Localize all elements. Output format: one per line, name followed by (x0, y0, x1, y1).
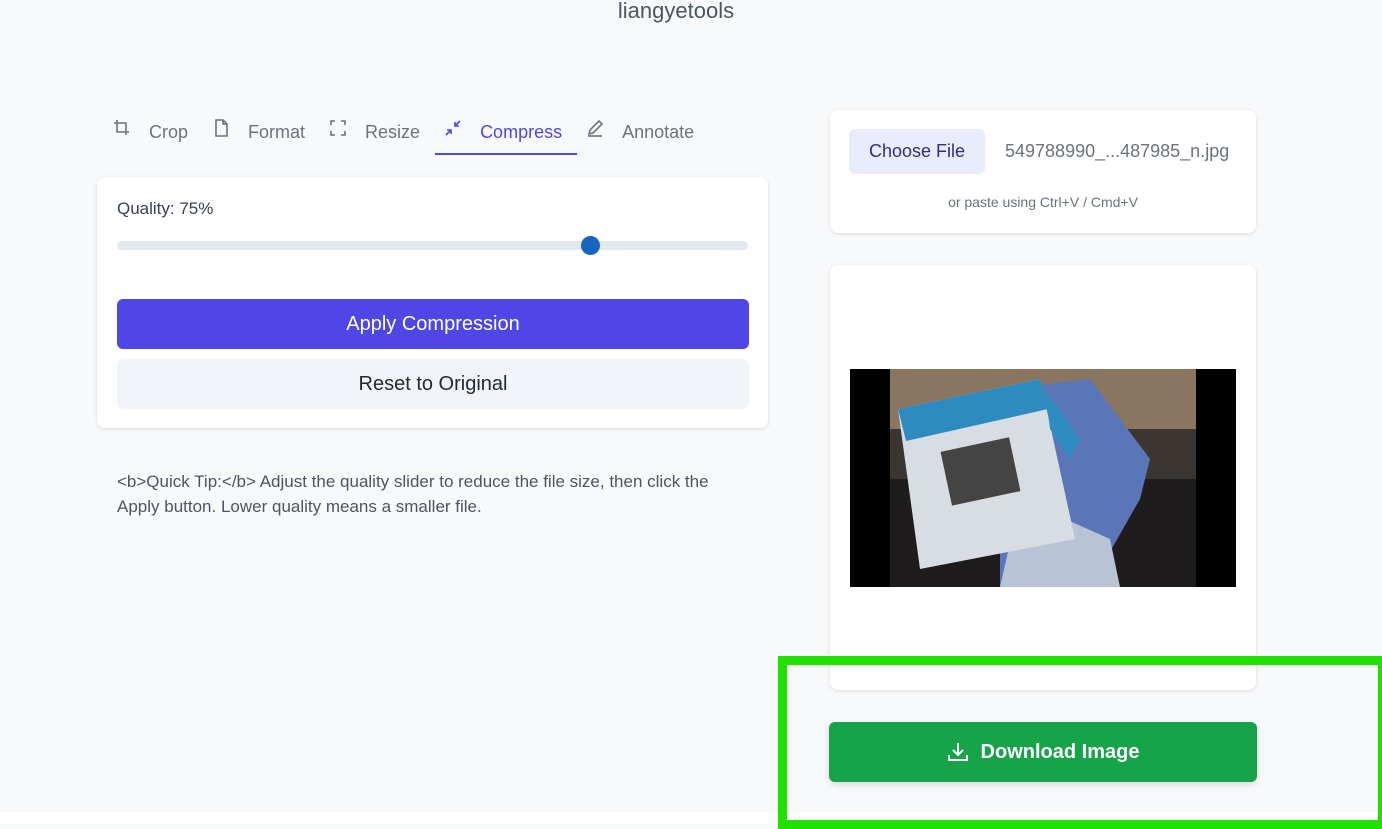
tab-annotate[interactable]: Annotate (577, 112, 709, 152)
file-upload-card: Choose File 549788990_...487985_n.jpg or… (830, 110, 1256, 233)
pencil-icon (586, 119, 604, 137)
selected-file-name: 549788990_...487985_n.jpg (1005, 141, 1230, 161)
tab-resize[interactable]: Resize (320, 112, 435, 152)
compress-icon (444, 119, 462, 137)
compress-panel: Quality: 75% Apply Compression Reset to … (97, 177, 768, 428)
choose-file-button[interactable]: Choose File (849, 129, 985, 174)
tab-crop[interactable]: Crop (104, 112, 203, 152)
tab-format[interactable]: Format (203, 112, 320, 152)
tab-label: Resize (365, 121, 421, 142)
reset-to-original-button[interactable]: Reset to Original (117, 359, 749, 409)
image-preview-card (830, 265, 1256, 690)
resize-icon (329, 119, 347, 137)
quick-tip-text: <b>Quick Tip:</b> Adjust the quality sli… (117, 472, 709, 516)
slider-thumb[interactable] (581, 236, 601, 255)
tab-label: Annotate (622, 121, 695, 142)
crop-icon (113, 119, 131, 137)
tab-compress[interactable]: Compress (435, 112, 578, 155)
tab-label: Format (248, 121, 306, 142)
tool-tabs: Crop Format Resize Compress Annotate (104, 112, 709, 156)
quality-label: Quality: 75% (117, 199, 214, 218)
page-footer-strip (0, 812, 1382, 824)
preview-image (850, 369, 1236, 587)
paste-hint: or paste using Ctrl+V / Cmd+V (948, 194, 1138, 210)
site-title: liangyetools (617, 0, 735, 23)
download-label: Download Image (980, 740, 1140, 763)
download-icon (947, 741, 969, 763)
download-image-button[interactable]: Download Image (829, 722, 1257, 782)
tab-label: Compress (480, 121, 563, 142)
tab-label: Crop (149, 121, 189, 142)
apply-compression-button[interactable]: Apply Compression (117, 299, 749, 349)
quality-slider[interactable] (117, 236, 748, 255)
file-icon (212, 119, 230, 137)
